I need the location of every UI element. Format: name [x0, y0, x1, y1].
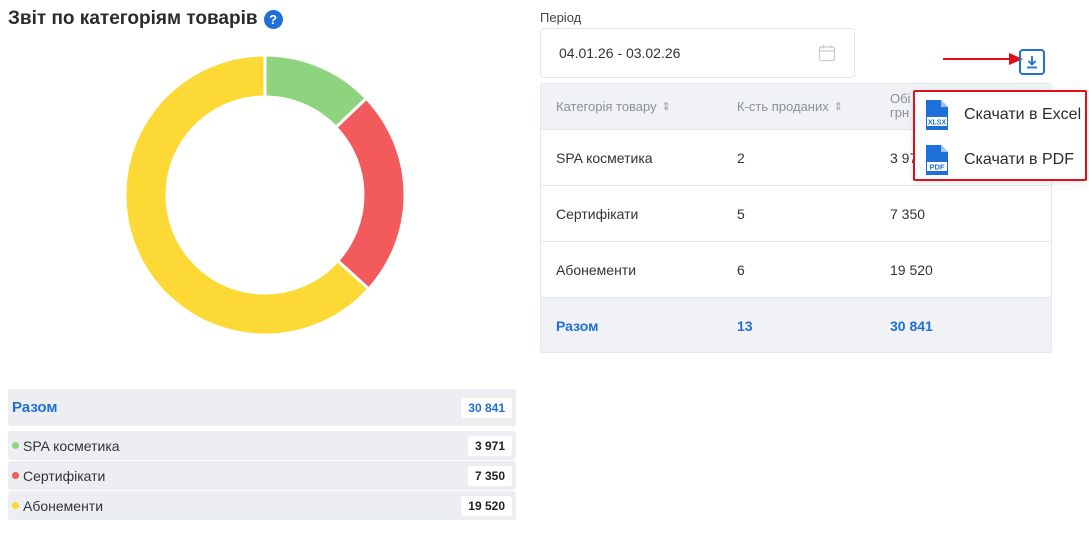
legend-item-value: 19 520	[461, 495, 512, 516]
legend-item: SPA косметика 3 971	[8, 431, 516, 460]
sort-icon[interactable]: ⇕	[662, 100, 671, 113]
cell-category: Сертифікати	[556, 205, 639, 222]
legend-dot	[12, 442, 19, 449]
cell-qty: 6	[737, 261, 745, 278]
calendar-icon[interactable]	[818, 44, 836, 62]
column-header-qty[interactable]: К-сть проданих ⇕	[737, 84, 843, 129]
download-pdf-label: Скачати в PDF	[964, 151, 1074, 168]
table-row: Абонементи 6 19 520	[541, 242, 1051, 298]
download-button[interactable]	[1019, 49, 1045, 75]
download-excel-label: Скачати в Excel	[964, 106, 1082, 123]
legend-dot	[12, 502, 19, 509]
legend-list: SPA косметика 3 971 Сертифікати 7 350 Аб…	[8, 431, 516, 520]
download-icon	[1027, 56, 1037, 69]
legend-total-label: Разом	[12, 399, 58, 416]
footer-total-label: Разом	[556, 318, 599, 334]
footer-total-turnover: 30 841	[890, 318, 933, 334]
page-title: Звіт по категоріям товарів ?	[8, 8, 283, 30]
table-footer-row: Разом 13 30 841	[541, 298, 1051, 352]
category-donut-chart	[123, 53, 407, 337]
help-icon[interactable]: ?	[263, 9, 283, 29]
legend-item-value: 7 350	[467, 465, 512, 486]
legend-item: Абонементи 19 520	[8, 491, 516, 520]
report-title: Звіт по категоріям товарів	[8, 8, 258, 29]
cell-category: Абонементи	[556, 261, 637, 278]
column-header-turnover[interactable]: Обі грн	[890, 84, 914, 129]
cell-category: SPA косметика	[556, 149, 653, 166]
cell-qty: 2	[737, 149, 745, 166]
donut-slice-1[interactable]	[333, 96, 407, 292]
sort-icon[interactable]: ⇕	[834, 100, 843, 113]
table-row: Сертифікати 5 7 350	[541, 186, 1051, 242]
cell-turnover: 19 520	[890, 261, 933, 278]
legend-item: Сертифікати 7 350	[8, 461, 516, 490]
svg-text:PDF: PDF	[930, 162, 945, 171]
column-header-category[interactable]: Категорія товару ⇕	[556, 84, 671, 129]
period-date-range-input[interactable]: 04.01.26 - 03.02.26	[540, 28, 855, 78]
legend-dot	[12, 472, 19, 479]
download-pdf-item[interactable]: PDF Скачати в PDF	[924, 143, 1074, 177]
download-excel-item[interactable]: XLSX Скачати в Excel	[924, 98, 1081, 132]
svg-text:XLSX: XLSX	[928, 119, 947, 126]
footer-total-qty: 13	[737, 318, 753, 334]
period-value: 04.01.26 - 03.02.26	[559, 45, 681, 61]
legend-total-value: 30 841	[461, 397, 512, 418]
legend-item-value: 3 971	[467, 435, 512, 456]
annotation-arrow-icon	[943, 53, 1023, 65]
pdf-file-icon: PDF	[926, 145, 948, 175]
cell-turnover: 7 350	[890, 205, 926, 222]
legend-item-label: Абонементи	[23, 497, 104, 514]
legend-item-label: SPA косметика	[23, 437, 120, 454]
download-menu: XLSX Скачати в Excel PDF Скачати в PDF	[913, 90, 1087, 181]
cell-qty: 5	[737, 205, 745, 222]
period-label: Період	[540, 10, 582, 25]
legend-total-row: Разом 30 841	[8, 389, 516, 426]
xlsx-file-icon: XLSX	[926, 100, 948, 130]
legend-item-label: Сертифікати	[23, 467, 106, 484]
